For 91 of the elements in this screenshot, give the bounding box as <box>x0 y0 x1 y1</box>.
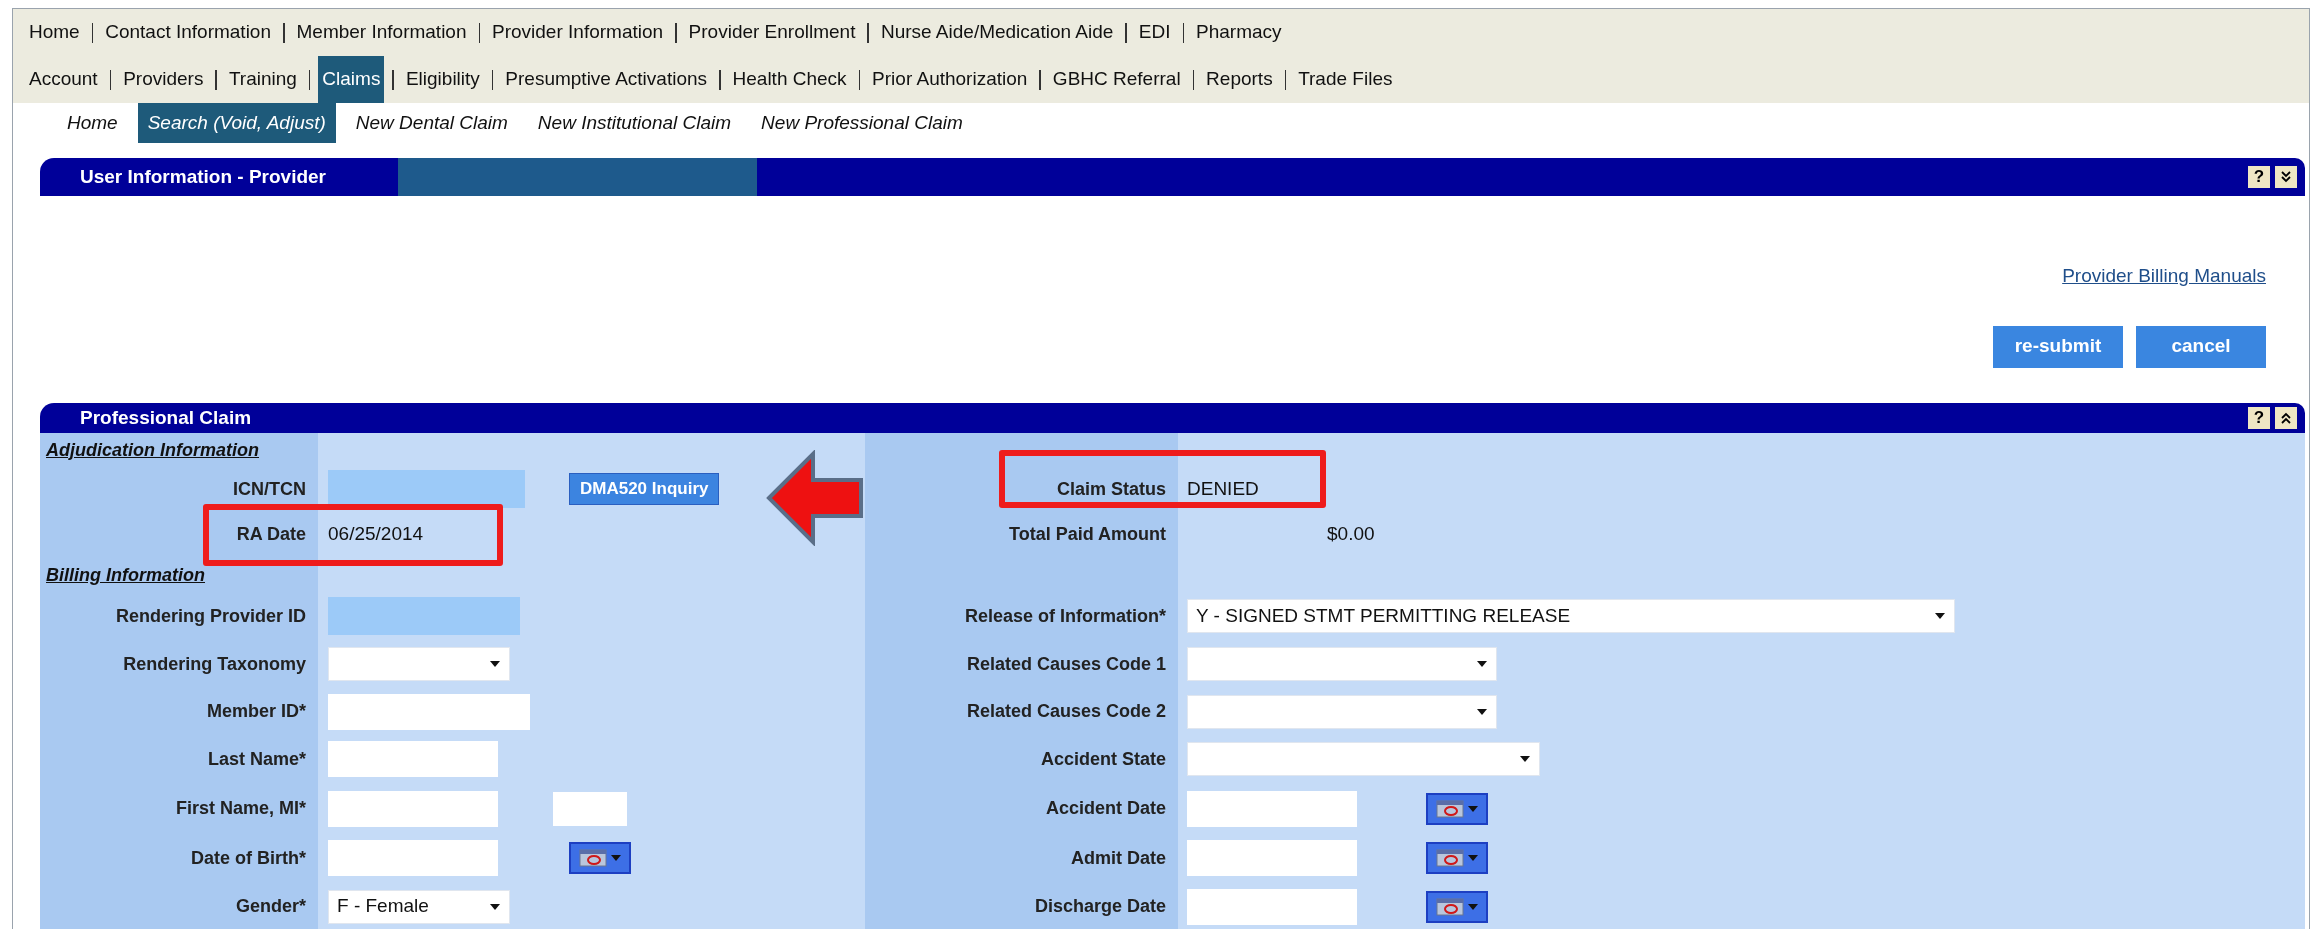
field-value: 06/25/2014 <box>328 521 424 546</box>
panel-title: Professional Claim <box>79 405 252 430</box>
field-label: Release of Information* <box>964 604 1166 628</box>
inquiry-button[interactable]: DMA520 Inquiry <box>569 473 720 505</box>
field-label: Last Name* <box>207 747 306 771</box>
nav-tab[interactable]: Prior Authorization <box>868 56 1032 103</box>
field-label: Gender* <box>235 895 306 918</box>
nav-tab[interactable]: Provider Enrollment <box>684 9 860 56</box>
field-label: Member ID* <box>206 700 306 723</box>
nav-tab[interactable]: Provider Information <box>488 9 668 56</box>
subnav-tab[interactable]: New Institutional Claim <box>527 103 742 143</box>
nav-tab[interactable]: Trade Files <box>1294 56 1397 103</box>
chevron-up-icon <box>2280 412 2292 424</box>
caret-icon <box>489 902 501 911</box>
field-label: Accident State <box>1040 747 1166 771</box>
caret-icon <box>1466 902 1479 911</box>
input-field[interactable] <box>1187 840 1357 876</box>
action-button[interactable]: re-submit <box>1993 325 2123 368</box>
caret-icon <box>1934 612 1946 620</box>
dropdown[interactable]: Y - SIGNED STMT PERMITTING RELEASE <box>1187 599 1955 633</box>
caret-icon <box>489 660 501 668</box>
field-label: RA Date <box>236 522 306 546</box>
input-field[interactable] <box>328 840 498 876</box>
field-label: Accident Date <box>1045 797 1166 820</box>
nav-tab[interactable]: Training <box>224 56 301 103</box>
nav-tab[interactable]: GBHC Referral <box>1048 56 1185 103</box>
dropdown[interactable] <box>1187 647 1497 681</box>
dropdown[interactable]: F - Female <box>328 889 510 924</box>
nav-tab[interactable]: Account <box>25 56 102 103</box>
field-value: DENIED <box>1187 476 1259 501</box>
nav-tab[interactable]: EDI <box>1134 9 1175 56</box>
field-label: Date of Birth* <box>191 846 306 870</box>
calendar-button[interactable] <box>1426 842 1488 874</box>
collapse-button[interactable] <box>2275 166 2297 188</box>
field-label: Discharge Date <box>1034 895 1166 918</box>
input-field[interactable] <box>328 693 530 730</box>
nav-tab[interactable]: Claims <box>318 56 385 103</box>
caret-icon <box>1476 660 1488 668</box>
calendar-button[interactable] <box>569 842 631 874</box>
caret-icon <box>1476 707 1488 716</box>
field-value: $0.00 <box>1327 521 1375 546</box>
nav-tab[interactable]: Home <box>25 9 84 56</box>
dropdown[interactable] <box>328 647 510 681</box>
caret-icon <box>1466 854 1479 862</box>
caret-icon <box>1519 755 1531 763</box>
field-label: Rendering Provider ID <box>115 604 306 628</box>
subnav-tab[interactable]: Search (Void, Adjust) <box>137 103 336 143</box>
help-button[interactable]: ? <box>2248 407 2270 429</box>
calendar-button[interactable] <box>1426 890 1488 923</box>
input-field[interactable] <box>328 790 498 827</box>
dropdown[interactable] <box>1187 742 1540 776</box>
nav-tab[interactable]: Eligibility <box>401 56 484 103</box>
nav-tab[interactable]: Pharmacy <box>1192 9 1286 56</box>
nav-tab[interactable]: Member Information <box>292 9 471 56</box>
input-field[interactable] <box>1187 888 1357 925</box>
calendar-button[interactable] <box>1426 792 1488 825</box>
help-button[interactable]: ? <box>2248 166 2270 188</box>
nav-tab[interactable]: Contact Information <box>101 9 275 56</box>
calendar-icon <box>1435 897 1464 916</box>
calendar-icon <box>1435 849 1464 867</box>
nav-tab[interactable]: Providers <box>119 56 208 103</box>
collapse-button[interactable] <box>2275 407 2297 429</box>
nav-tab[interactable]: Health Check <box>728 56 851 103</box>
field-label: Rendering Taxonomy <box>123 652 306 676</box>
caret-icon <box>1466 804 1479 813</box>
field-label: Admit Date <box>1071 846 1166 870</box>
section-heading: Billing Information <box>46 563 205 587</box>
calendar-icon <box>578 849 607 867</box>
input-field[interactable] <box>328 741 498 777</box>
subnav-tab[interactable]: New Professional Claim <box>751 103 973 143</box>
field-label: Total Paid Amount <box>1009 522 1166 546</box>
panel-title: User Information - Provider <box>79 164 326 189</box>
section-heading: Adjudication Information <box>46 438 259 462</box>
input-field[interactable] <box>553 791 627 826</box>
nav-tab[interactable]: Nurse Aide/Medication Aide <box>876 9 1118 56</box>
billing-manuals-link[interactable]: Provider Billing Manuals <box>2062 262 2266 291</box>
field-label: Related Causes Code 2 <box>966 700 1166 723</box>
field-label: ICN/TCN <box>233 477 306 501</box>
caret-icon <box>609 854 622 862</box>
field-label: First Name, MI* <box>175 797 306 820</box>
field-label: Related Causes Code 1 <box>966 652 1166 676</box>
field-label: Claim Status <box>1056 477 1166 501</box>
calendar-icon <box>1435 799 1464 818</box>
subnav-tab[interactable]: Home <box>57 103 128 143</box>
subnav-tab[interactable]: New Dental Claim <box>345 103 518 143</box>
input-field[interactable] <box>1187 790 1357 827</box>
nav-tab[interactable]: Presumptive Activations <box>501 56 712 103</box>
dropdown[interactable] <box>1187 694 1497 729</box>
chevron-down-icon <box>2280 171 2292 183</box>
action-button[interactable]: cancel <box>2136 325 2266 368</box>
nav-tab[interactable]: Reports <box>1202 56 1277 103</box>
